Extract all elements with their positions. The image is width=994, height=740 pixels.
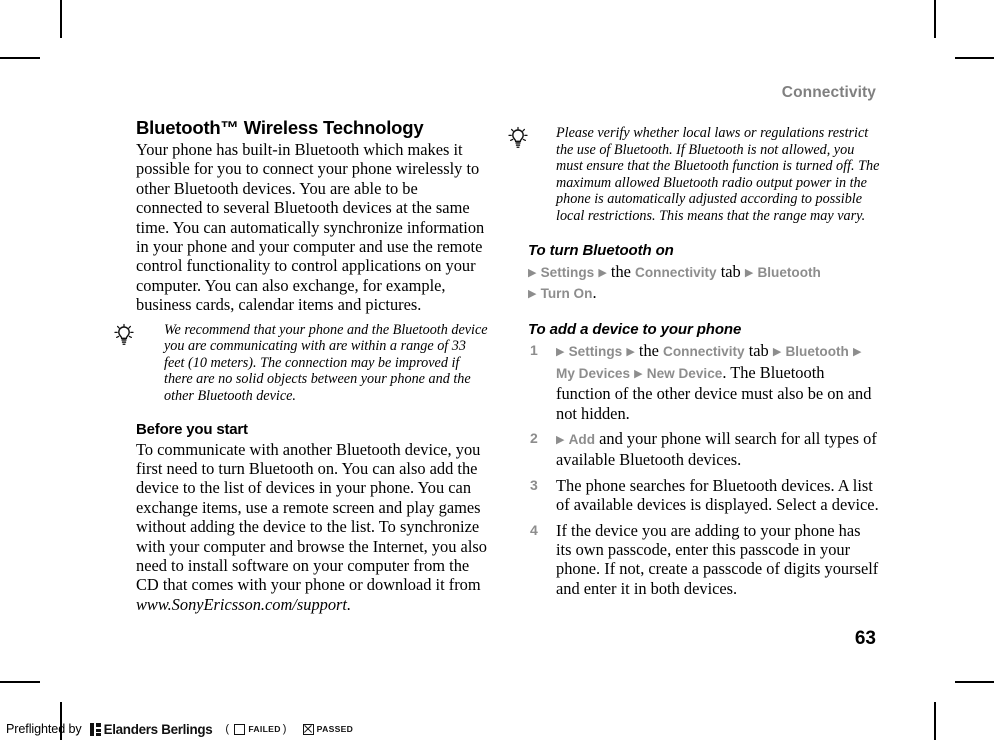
menu-arrow-icon: ▶ bbox=[528, 266, 537, 279]
preflight-company-name: Elanders Berlings bbox=[103, 721, 213, 737]
menu-item-my-devices[interactable]: My Devices bbox=[556, 366, 630, 381]
step-number: 1 bbox=[530, 342, 538, 359]
step-text: the bbox=[610, 261, 631, 281]
task-add-device: To add a device to your phone 1 ▶ Setting… bbox=[528, 321, 880, 598]
menu-arrow-icon: ▶ bbox=[852, 346, 862, 359]
menu-arrow-icon: ▶ bbox=[556, 434, 565, 446]
menu-arrow-icon: ▶ bbox=[626, 346, 635, 359]
step-body: ▶ Add and your phone will search for all… bbox=[556, 429, 877, 469]
tip-note-regulations-text: Please verify whether local laws or regu… bbox=[556, 125, 880, 224]
menu-item-settings[interactable]: Settings bbox=[541, 265, 595, 280]
preflight-bar: Preflighted by Elanders Berlings ( FAILE… bbox=[6, 720, 353, 738]
step-text: The phone searches for Bluetooth devices… bbox=[556, 475, 879, 515]
manual-page: Connectivity Bluetooth™ Wireless Technol… bbox=[0, 0, 994, 740]
step-text: tab bbox=[748, 341, 769, 361]
section-heading-before-you-start: Before you start bbox=[136, 420, 248, 438]
task-step: 3 The phone searches for Bluetooth device… bbox=[528, 476, 880, 515]
task-step: 2 ▶ Add and your phone will search for al… bbox=[528, 429, 880, 470]
support-url: www.SonyEricsson.com/support. bbox=[136, 594, 352, 614]
running-header-connectivity: Connectivity bbox=[781, 84, 876, 101]
step-body: If the device you are adding to your pho… bbox=[556, 521, 878, 598]
step-text: . bbox=[592, 282, 597, 302]
menu-path-turn-on-line1[interactable]: ▶ Settings ▶ the Connectivity tab ▶ Blue… bbox=[528, 262, 880, 283]
menu-arrow-icon: ▶ bbox=[528, 287, 537, 300]
preflight-failed-status: ( FAILED ) bbox=[223, 723, 288, 735]
failed-checkbox-icon[interactable] bbox=[234, 723, 246, 735]
menu-path-turn-on-line2[interactable]: ▶ Turn On. bbox=[528, 283, 880, 304]
before-you-start-paragraph: To communicate with another Bluetooth de… bbox=[136, 440, 488, 615]
menu-item-bluetooth[interactable]: Bluetooth bbox=[757, 265, 820, 280]
step-body: ▶ Settings ▶ the Connectivity tab ▶ Blue… bbox=[556, 341, 871, 422]
right-column: Please verify whether local laws or regu… bbox=[508, 118, 880, 604]
menu-item-turn-on[interactable]: Turn On bbox=[541, 286, 593, 301]
tip-note-range-text: We recommend that your phone and the Blu… bbox=[164, 321, 488, 405]
step-body: The phone searches for Bluetooth devices… bbox=[556, 476, 879, 514]
step-text: If the device you are adding to your pho… bbox=[556, 520, 879, 598]
preflight-passed-status: PASSED bbox=[300, 723, 354, 735]
page-title: Bluetooth™ Wireless Technology bbox=[136, 117, 424, 138]
add-device-step-list: 1 ▶ Settings ▶ the Connectivity tab ▶ Blu… bbox=[528, 341, 880, 598]
elanders-logo-icon bbox=[89, 722, 101, 736]
open-paren: ( bbox=[225, 723, 230, 735]
task-turn-bluetooth-on: To turn Bluetooth on ▶ Settings ▶ the Co… bbox=[528, 242, 880, 305]
passed-checkbox-icon[interactable] bbox=[302, 723, 314, 735]
step-number: 4 bbox=[530, 521, 538, 538]
task-heading-turn-bluetooth-on: To turn Bluetooth on bbox=[528, 241, 674, 259]
lightbulb-tip-icon bbox=[506, 126, 530, 150]
menu-arrow-icon: ▶ bbox=[772, 346, 782, 359]
menu-item-settings[interactable]: Settings bbox=[569, 344, 623, 359]
passed-label: PASSED bbox=[316, 724, 354, 734]
menu-item-new-device[interactable]: New Device bbox=[647, 366, 723, 381]
task-step: 4 If the device you are adding to your ph… bbox=[528, 521, 880, 599]
page-number: 63 bbox=[854, 628, 876, 649]
lightbulb-tip-icon bbox=[112, 323, 136, 347]
menu-arrow-icon: ▶ bbox=[744, 266, 754, 279]
step-text: and your phone will search for all types… bbox=[556, 429, 877, 470]
menu-item-add[interactable]: Add bbox=[569, 432, 595, 447]
before-you-start-text: To communicate with another Bluetooth de… bbox=[136, 439, 487, 595]
close-paren: ) bbox=[282, 723, 287, 735]
preflight-label: Preflighted by bbox=[6, 722, 82, 736]
menu-arrow-icon: ▶ bbox=[556, 346, 565, 359]
menu-item-connectivity[interactable]: Connectivity bbox=[663, 344, 745, 359]
failed-label: FAILED bbox=[248, 724, 281, 734]
task-step: 1 ▶ Settings ▶ the Connectivity tab ▶ Blu… bbox=[528, 341, 880, 423]
step-text: tab bbox=[720, 261, 741, 281]
task-heading-add-device: To add a device to your phone bbox=[528, 321, 742, 339]
menu-arrow-icon: ▶ bbox=[598, 266, 607, 279]
menu-item-bluetooth[interactable]: Bluetooth bbox=[785, 344, 848, 359]
step-number: 3 bbox=[530, 476, 538, 493]
step-text: the bbox=[638, 341, 659, 361]
tip-note-regulations: Please verify whether local laws or regu… bbox=[508, 125, 880, 225]
tip-note-range: We recommend that your phone and the Blu… bbox=[114, 321, 488, 405]
left-column: Bluetooth™ Wireless Technology Your phon… bbox=[114, 117, 488, 615]
menu-item-connectivity[interactable]: Connectivity bbox=[635, 265, 717, 280]
menu-arrow-icon: ▶ bbox=[634, 367, 643, 380]
step-number: 2 bbox=[530, 430, 538, 446]
intro-paragraph: Your phone has built-in Bluetooth which … bbox=[136, 140, 485, 315]
